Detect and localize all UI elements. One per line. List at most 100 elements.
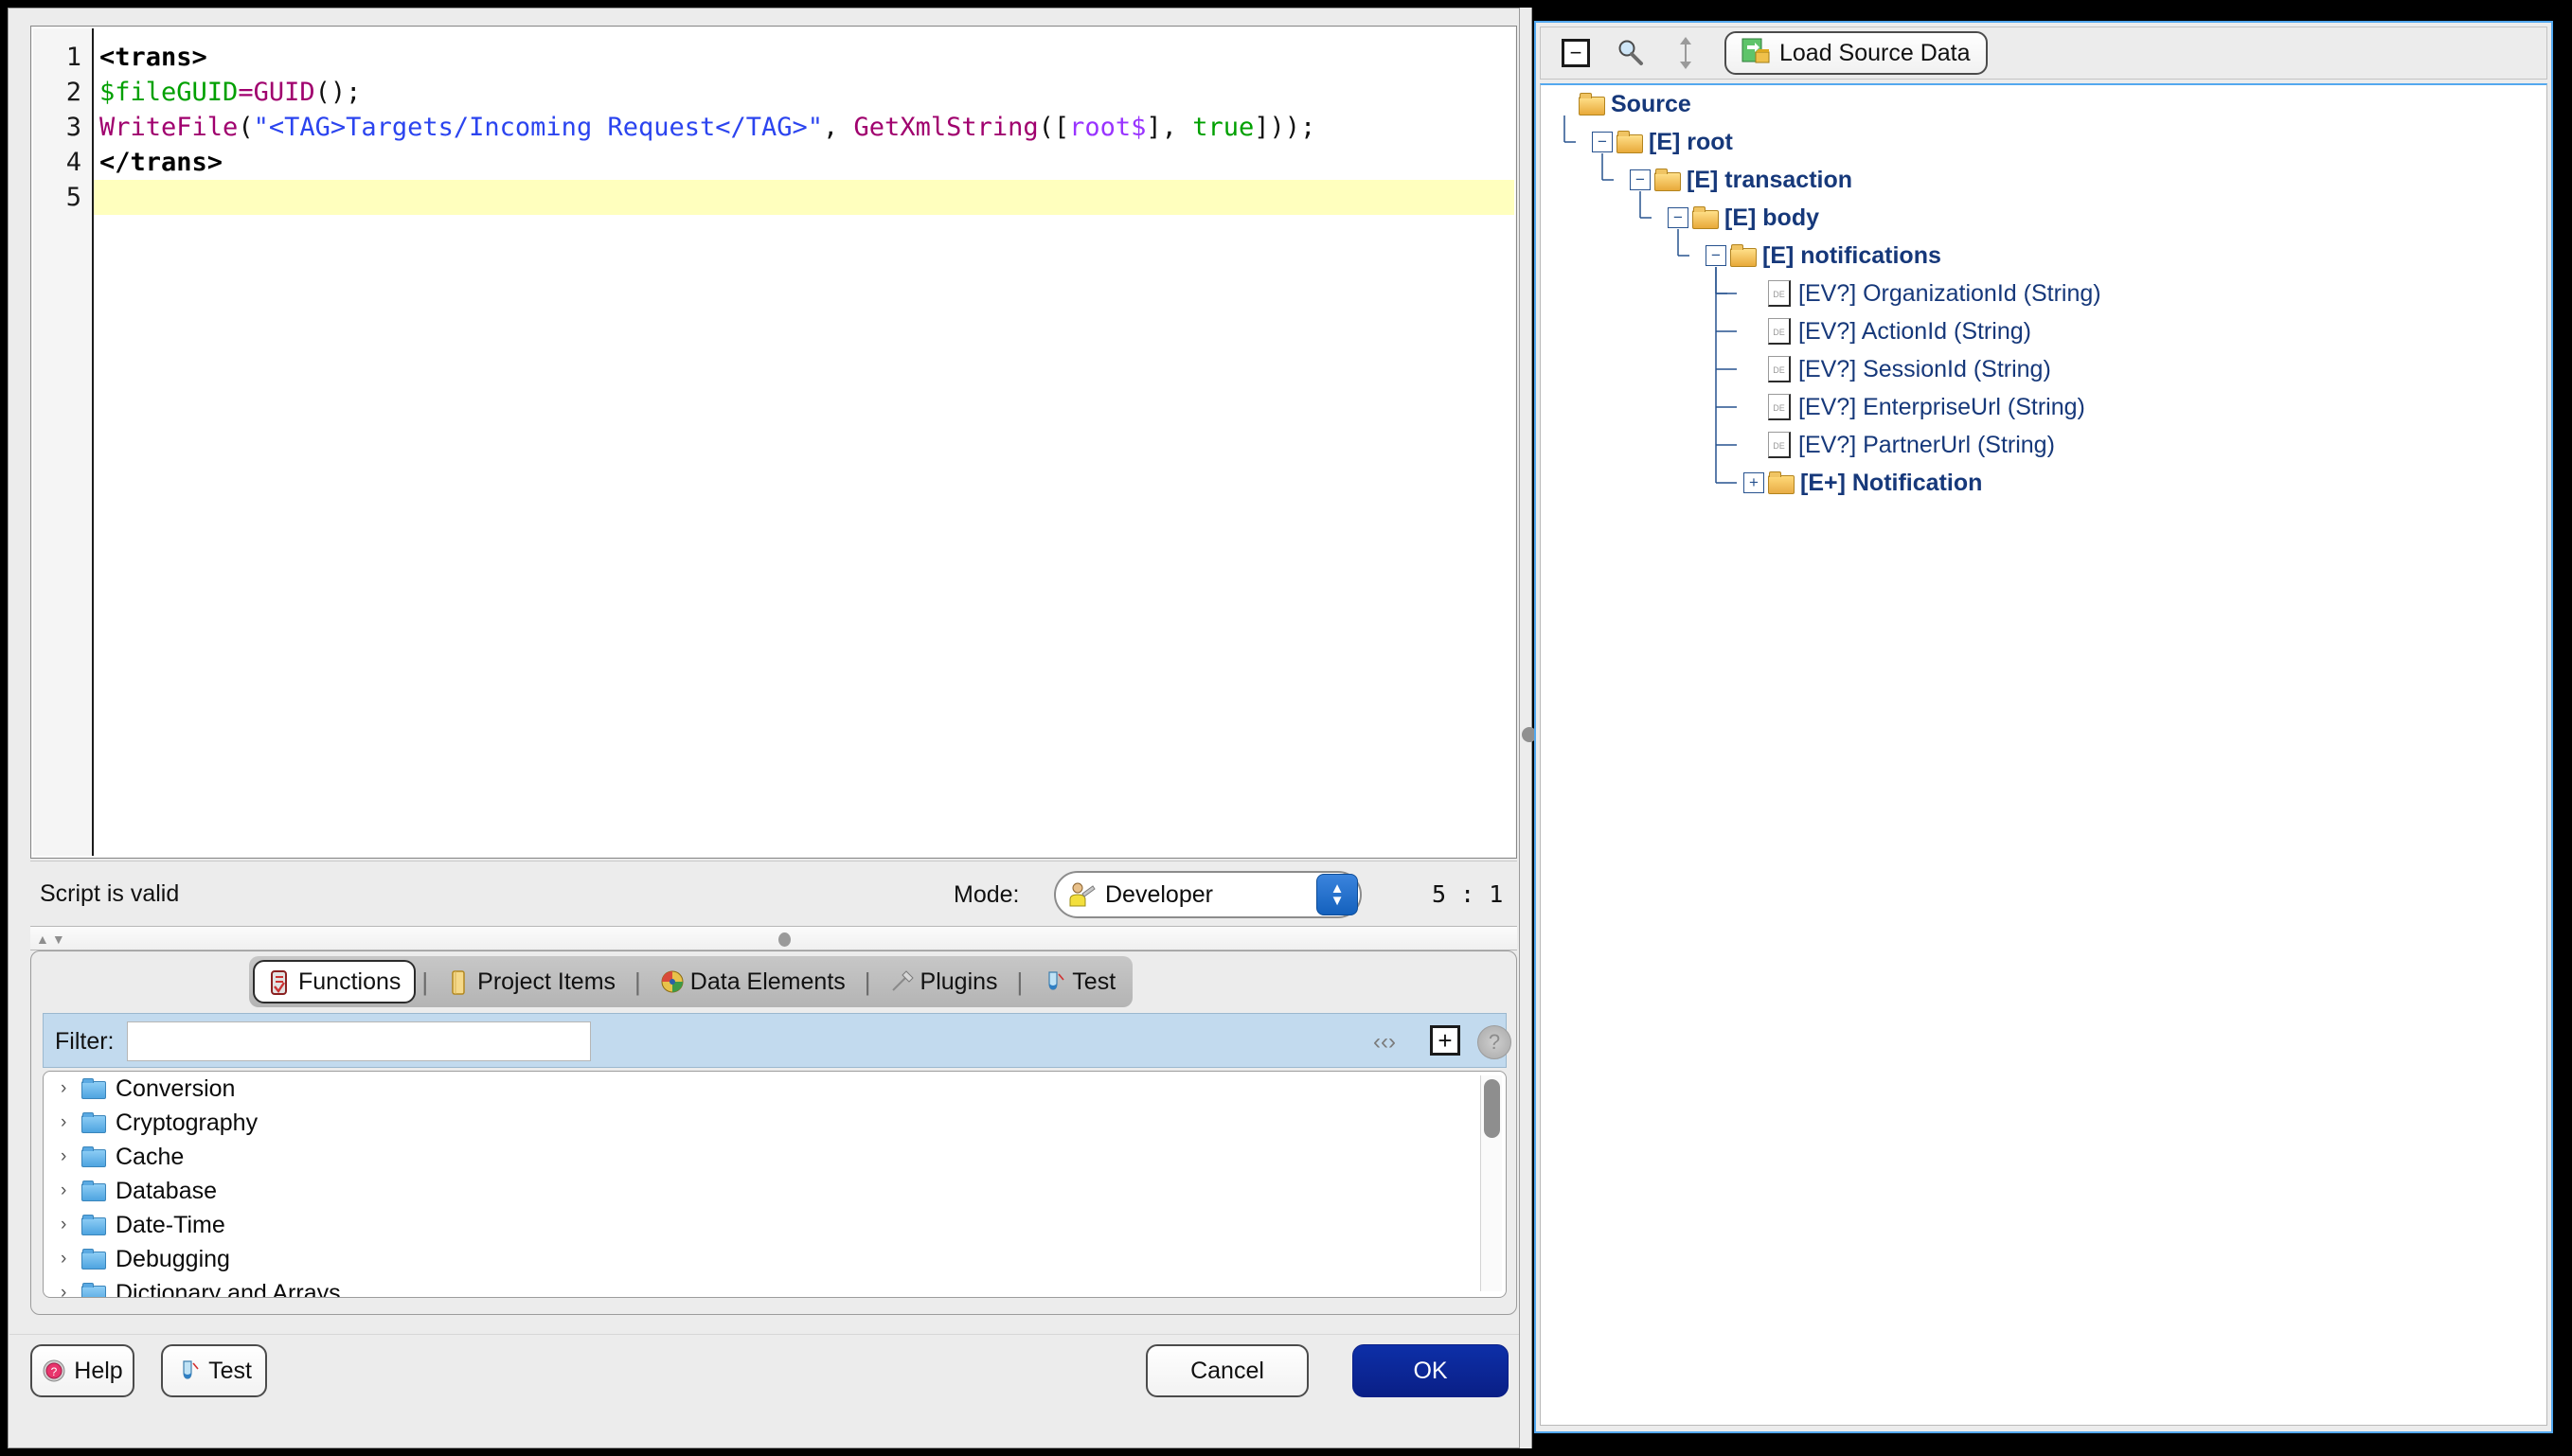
- function-category-row[interactable]: › Cache: [44, 1140, 1506, 1174]
- source-panel-toolbar: − Load Source Data: [1540, 27, 2547, 80]
- tab-separator: |: [864, 967, 871, 996]
- test-icon: [1042, 969, 1064, 994]
- function-list-scrollbar[interactable]: [1480, 1075, 1502, 1291]
- tab-label: Project Items: [477, 968, 616, 995]
- expand-collapse-icon[interactable]: [1664, 33, 1707, 73]
- script-validity-status: Script is valid: [40, 880, 180, 907]
- tab-data-elements[interactable]: Data Elements: [647, 960, 859, 1003]
- function-category-label: Cache: [116, 1143, 185, 1170]
- function-category-row[interactable]: › Dictionary and Arrays: [44, 1276, 1506, 1297]
- function-category-label: Conversion: [116, 1074, 236, 1102]
- code-line[interactable]: </trans>: [94, 145, 1514, 180]
- source-data-tree[interactable]: Source − [E] root − [E] transaction − [E] body…: [1540, 83, 2547, 1426]
- filter-input[interactable]: [127, 1021, 591, 1061]
- tree-node[interactable]: − [E] notifications: [1541, 237, 2546, 275]
- tree-node[interactable]: DE [EV?] SessionId (String): [1541, 350, 2546, 388]
- code-line[interactable]: [94, 180, 1514, 215]
- tab-label: Plugins: [920, 968, 998, 995]
- load-source-data-button[interactable]: Load Source Data: [1724, 31, 1988, 75]
- collapse-minus-icon: −: [1562, 39, 1590, 67]
- function-category-row[interactable]: › Debugging: [44, 1242, 1506, 1276]
- plugins-icon: [890, 969, 914, 994]
- test-tube-icon: [176, 1358, 201, 1383]
- ok-button-label: OK: [1413, 1357, 1448, 1384]
- tree-node[interactable]: Source: [1541, 85, 2546, 123]
- code-token: =: [238, 78, 254, 107]
- functions-icon: [268, 969, 291, 995]
- function-category-label: Database: [116, 1177, 218, 1204]
- chevron-right-icon[interactable]: ›: [61, 1078, 81, 1099]
- folder-open-icon: [1730, 244, 1757, 267]
- data-element-icon: DE: [1768, 356, 1791, 382]
- cancel-button[interactable]: Cancel: [1146, 1344, 1309, 1397]
- horizontal-splitter[interactable]: ▲▼: [30, 926, 1517, 950]
- tree-node[interactable]: DE [EV?] PartnerUrl (String): [1541, 426, 2546, 464]
- code-token: GetXmlString: [853, 113, 1039, 142]
- tab-project-items[interactable]: Project Items: [434, 960, 629, 1003]
- tree-node[interactable]: DE [EV?] EnterpriseUrl (String): [1541, 388, 2546, 426]
- add-icon[interactable]: +: [1430, 1025, 1460, 1056]
- function-category-row[interactable]: › Date-Time: [44, 1208, 1506, 1242]
- code-line[interactable]: $fileGUID=GUID();: [94, 75, 1514, 110]
- chevron-right-icon[interactable]: ›: [61, 1112, 81, 1133]
- tree-node[interactable]: DE [EV?] ActionId (String): [1541, 312, 2546, 350]
- caret-position: 5 : 1: [1432, 880, 1504, 908]
- folder-open-icon: [1692, 206, 1719, 229]
- folder-icon: [81, 1249, 106, 1270]
- tab-plugins[interactable]: Plugins: [877, 960, 1011, 1003]
- script-editor[interactable]: 12345 <trans> $fileGUID=GUID(); WriteFile(…: [30, 26, 1517, 859]
- data-elements-icon: [660, 969, 684, 994]
- code-token: <trans>: [99, 43, 207, 72]
- code-token: ();: [314, 78, 362, 107]
- navigate-icon[interactable]: ‹‹›: [1367, 1025, 1402, 1059]
- code-line[interactable]: <trans>: [94, 40, 1514, 75]
- tree-node-label: [E] transaction: [1687, 166, 1853, 193]
- function-category-row[interactable]: › Cryptography: [44, 1106, 1506, 1140]
- function-category-list[interactable]: › Conversion › Cryptography › Cache › Database ›…: [43, 1071, 1507, 1298]
- mode-select[interactable]: Developer ▲ ▼: [1054, 871, 1362, 918]
- collapse-minus-icon[interactable]: −: [1706, 245, 1726, 266]
- code-line[interactable]: WriteFile("<TAG>Targets/Incoming Request…: [94, 110, 1514, 145]
- chevron-right-icon[interactable]: ›: [61, 1215, 81, 1235]
- tree-node[interactable]: − [E] root: [1541, 123, 2546, 161]
- vertical-splitter[interactable]: [1519, 8, 1537, 1448]
- function-category-row[interactable]: › Conversion: [44, 1072, 1506, 1106]
- chevron-right-icon[interactable]: ›: [61, 1283, 81, 1297]
- splitter-arrows-icon[interactable]: ▲▼: [36, 932, 68, 947]
- svg-text:?: ?: [51, 1365, 58, 1378]
- scrollbar-thumb[interactable]: [1484, 1079, 1500, 1138]
- help-round-icon[interactable]: ?: [1477, 1025, 1511, 1059]
- collapse-minus-icon[interactable]: −: [1592, 132, 1613, 152]
- chevron-right-icon[interactable]: ›: [61, 1181, 81, 1201]
- help-button[interactable]: ? Help: [30, 1344, 134, 1397]
- splitter-grip[interactable]: [778, 932, 791, 947]
- chevron-right-icon[interactable]: ›: [61, 1146, 81, 1167]
- expand-plus-icon[interactable]: +: [1743, 472, 1764, 493]
- data-element-icon: DE: [1768, 280, 1791, 307]
- code-token: ]));: [1254, 113, 1316, 142]
- tab-functions[interactable]: Functions: [253, 960, 417, 1003]
- collapse-minus-icon[interactable]: −: [1668, 207, 1688, 228]
- code-token: root$: [1069, 113, 1147, 142]
- function-category-row[interactable]: › Database: [44, 1174, 1506, 1208]
- ok-button[interactable]: OK: [1352, 1344, 1509, 1397]
- tree-node[interactable]: + [E+] Notification: [1541, 464, 2546, 502]
- tree-node[interactable]: − [E] body: [1541, 199, 2546, 237]
- collapse-minus-icon[interactable]: −: [1630, 169, 1651, 190]
- mode-stepper-arrows[interactable]: ▲ ▼: [1316, 874, 1358, 915]
- test-button[interactable]: Test: [161, 1344, 267, 1397]
- folder-icon: [81, 1283, 106, 1297]
- chevron-right-icon[interactable]: ›: [61, 1249, 81, 1270]
- tree-node[interactable]: DE [EV?] OrganizationId (String): [1541, 275, 2546, 312]
- code-token: GUID: [253, 78, 315, 107]
- tab-separator: |: [634, 967, 641, 996]
- tab-test[interactable]: Test: [1028, 960, 1129, 1003]
- tree-node[interactable]: − [E] transaction: [1541, 161, 2546, 199]
- tab-separator: |: [1016, 967, 1024, 996]
- app-window: 12345 <trans> $fileGUID=GUID(); WriteFile(…: [0, 0, 2572, 1456]
- folder-icon: [81, 1112, 106, 1133]
- collapse-all-button[interactable]: −: [1554, 33, 1598, 73]
- code-area[interactable]: <trans> $fileGUID=GUID(); WriteFile("<TAG>…: [94, 28, 1514, 856]
- code-token: ],: [1146, 113, 1193, 142]
- magnifier-icon[interactable]: [1609, 33, 1652, 73]
